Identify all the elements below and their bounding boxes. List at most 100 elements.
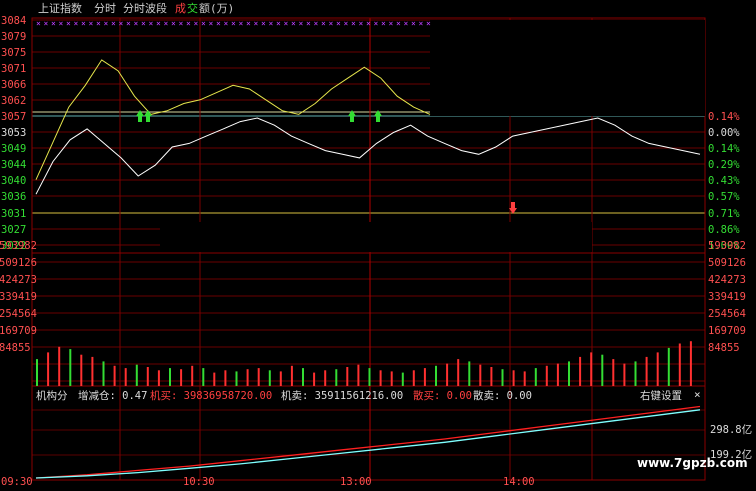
x-marker: ×	[36, 19, 41, 28]
price-tick-label: 3079	[1, 31, 26, 43]
volume-bar	[667, 347, 670, 386]
indicator-change: 增减仓: 0.47	[78, 390, 148, 402]
time-tick-label: 09:30	[1, 476, 33, 487]
chart-window: × × × × × × × × × × × × × × × × × × × × × × × × × × × × × × × × × × × × × × × ×…	[0, 0, 756, 488]
volume-bar	[157, 370, 160, 386]
watermark: www.7gpzb.com	[637, 456, 748, 470]
pct-tick-label: 0.71%	[708, 208, 740, 220]
volume-bar	[213, 372, 216, 386]
price-tick-label: 3066	[1, 79, 26, 91]
price-tick-label: 3062	[1, 95, 26, 107]
x-marker: ×	[134, 19, 139, 28]
volume-tick-label-right: 169709	[708, 325, 746, 337]
volume-tick-label-left: 169709	[0, 325, 37, 337]
volume-bar	[202, 368, 205, 386]
volume-bar	[47, 352, 50, 386]
x-marker: ×	[344, 19, 349, 28]
x-marker: ×	[411, 19, 416, 28]
volume-tick-label-left: 339419	[0, 291, 37, 303]
time-tick-label: 13:00	[340, 476, 372, 487]
volume-bar	[102, 361, 105, 386]
x-marker: ×	[186, 19, 191, 28]
x-marker: ×	[359, 19, 364, 28]
volume-bar	[457, 359, 460, 386]
x-marker: ×	[284, 19, 289, 28]
volume-bar	[36, 359, 38, 386]
tab-minute[interactable]: 分时	[94, 2, 116, 16]
x-marker: ×	[141, 19, 146, 28]
volume-bar	[568, 361, 570, 386]
x-marker: ×	[299, 19, 304, 28]
x-marker: ×	[261, 19, 266, 28]
volume-bar	[534, 368, 537, 386]
volume-bar	[257, 368, 260, 386]
volume-bar	[556, 363, 559, 386]
x-marker: ×	[321, 19, 326, 28]
x-marker: ×	[239, 19, 244, 28]
volume-bar	[58, 346, 61, 386]
volume-bar	[279, 371, 282, 386]
x-marker: ×	[201, 19, 206, 28]
price-tick-label: 3027	[1, 224, 26, 236]
time-tick-label: 10:30	[183, 476, 215, 487]
volume-bar	[235, 371, 238, 386]
volume-bar	[401, 372, 404, 386]
tab-wave[interactable]: 分时波段	[123, 2, 167, 16]
x-marker: ×	[44, 19, 49, 28]
indicator-retail-sell: 散卖: 0.00	[473, 390, 532, 402]
indicator-sell: 机卖: 35911561216.00	[281, 390, 404, 402]
x-marker: ×	[231, 19, 236, 28]
x-marker: ×	[59, 19, 64, 28]
volume-tick-label-left: 509126	[0, 257, 37, 269]
volume-bar	[479, 364, 482, 386]
volume-tick-label-right: 254564	[708, 308, 746, 320]
pct-tick-label: 0.29%	[708, 159, 740, 171]
volume-tick-label-left: 84855	[0, 342, 31, 354]
x-marker: ×	[156, 19, 161, 28]
intraday-chart[interactable]: × × × × × × × × × × × × × × × × × × × × × × × × × × × × × × × × × × × × × × × ×…	[0, 0, 756, 488]
x-marker: ×	[66, 19, 71, 28]
x-marker: ×	[89, 19, 94, 28]
x-marker: ×	[96, 19, 101, 28]
indicator-buy: 机买: 39836958720.00	[150, 390, 273, 402]
volume-bar	[69, 349, 72, 386]
volume-bar	[601, 354, 604, 386]
volume-bar	[689, 341, 692, 386]
x-marker: ×	[224, 19, 229, 28]
x-marker: ×	[209, 19, 214, 28]
volume-tick-label-left: 424273	[0, 274, 37, 286]
volume-bar	[512, 370, 515, 386]
volume-bar	[545, 365, 548, 386]
x-marker: ×	[396, 19, 401, 28]
volume-bar	[124, 368, 127, 386]
volume-label-2: 交	[187, 2, 198, 15]
volume-bar	[623, 363, 626, 386]
close-icon[interactable]: ×	[694, 388, 701, 402]
volume-bar	[590, 352, 593, 386]
volume-tick-label-left: 254564	[0, 308, 37, 320]
volume-bar	[113, 365, 116, 386]
x-marker: ×	[164, 19, 169, 28]
price-tick-label: 3053	[1, 127, 26, 139]
volume-bar	[612, 359, 615, 386]
price-tick-label: 3084	[1, 15, 26, 27]
x-marker: ×	[404, 19, 409, 28]
index-name: 上证指数	[38, 2, 82, 15]
x-marker: ×	[246, 19, 251, 28]
volume-bar	[246, 369, 249, 386]
volume-bar	[135, 364, 138, 386]
x-marker: ×	[389, 19, 394, 28]
right-click-settings[interactable]: 右键设置	[640, 389, 682, 403]
x-marker: ×	[104, 19, 109, 28]
x-marker: ×	[269, 19, 274, 28]
volume-bar	[390, 371, 393, 386]
volume-bar	[268, 370, 271, 386]
x-marker: ×	[419, 19, 424, 28]
price-axis: 3084 3079 3075 3071 3066 3062 3057 3053 3049 3044…	[1, 15, 26, 252]
volume-bar	[324, 370, 327, 386]
volume-tick-label-right: 593982	[708, 240, 746, 252]
price-tick-label: 3071	[1, 63, 26, 75]
volume-bar	[180, 369, 183, 386]
pct-tick-label: 0.43%	[708, 175, 740, 187]
volume-bar	[656, 352, 659, 386]
